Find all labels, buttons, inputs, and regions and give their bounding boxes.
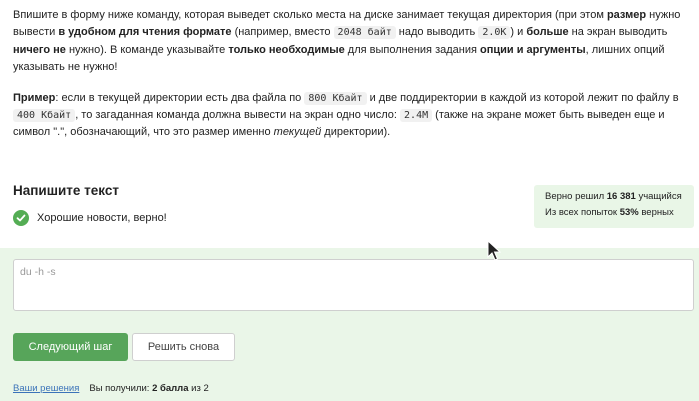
task-paragraph-1: Впишите в форму ниже команду, которая вы… [13, 9, 681, 74]
task-description: Впишите в форму ниже команду, которая вы… [13, 7, 689, 142]
feedback-message: Хорошие новости, верно! [13, 210, 167, 226]
section-title: Напишите текст [13, 183, 119, 198]
answer-input[interactable]: du -h -s [13, 259, 694, 311]
code-snippet: 800 Кбайт [304, 91, 367, 105]
stats-attempts: Из всех попыток 53% верных [545, 207, 674, 218]
task-paragraph-2: Пример: если в текущей директории есть д… [13, 91, 679, 139]
solve-again-button[interactable]: Решить снова [132, 333, 235, 361]
next-step-button[interactable]: Следующий шаг [13, 333, 128, 361]
score: 2 балла [152, 383, 189, 394]
code-snippet: 400 Кбайт [13, 109, 76, 123]
code-snippet: 2048 байт [333, 26, 396, 40]
code-snippet: 2.0K [478, 26, 511, 40]
footer: Ваши решения Вы получили: 2 балла из 2 [13, 383, 209, 394]
code-snippet: 2.4M [400, 109, 433, 123]
mouse-cursor-icon [487, 240, 501, 261]
stats-solved: Верно решил 16 381 учащийся [545, 191, 682, 202]
check-icon [13, 210, 29, 226]
your-solutions-link[interactable]: Ваши решения [13, 383, 79, 394]
stats-panel: Верно решил 16 381 учащийся Из всех попы… [534, 185, 694, 228]
feedback-text: Хорошие новости, верно! [37, 212, 167, 224]
